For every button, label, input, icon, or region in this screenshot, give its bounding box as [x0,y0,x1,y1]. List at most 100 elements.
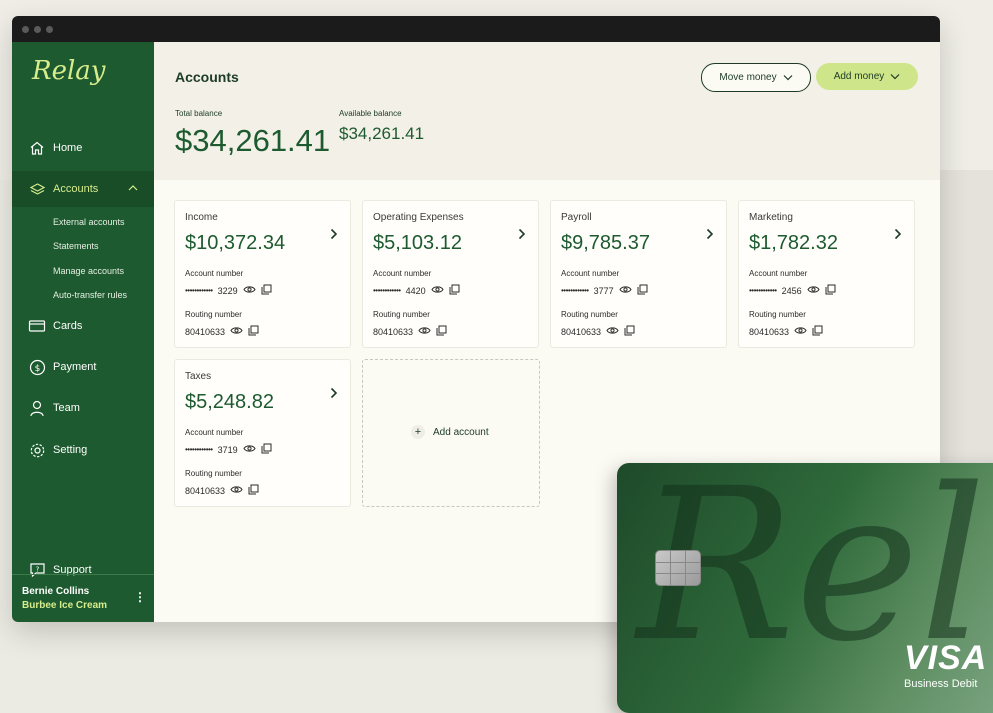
sidebar-item-label: Payment [53,361,97,373]
routing-number-label: Routing number [185,310,242,319]
available-balance-label: Available balance [339,109,402,118]
available-balance-value: $34,261.41 [339,124,425,143]
account-name: Payroll [561,212,592,223]
sidebar-item-home[interactable]: Home [12,130,154,166]
svg-text:$: $ [34,364,40,374]
card-icon [28,317,46,335]
copy-icon[interactable] [637,284,648,297]
user-profile[interactable]: Bernie Collins Burbee Ice Cream [22,586,107,611]
card-type-label: Business Debit [904,678,978,690]
subnav-manage-accounts[interactable]: Manage accounts [53,266,124,276]
window-maximize-dot[interactable] [46,26,53,33]
account-number-label: Account number [185,428,244,437]
sidebar-item-cards[interactable]: Cards [12,308,154,344]
eye-icon[interactable] [230,485,243,496]
debit-card-image: Relay VISA Business Debit [617,463,993,713]
sidebar-item-payment[interactable]: $ Payment [12,349,154,385]
account-balance: $5,103.12 [373,232,462,254]
account-number-last4: 4420 [405,285,426,296]
copy-icon[interactable] [261,443,272,456]
window-minimize-dot[interactable] [34,26,41,33]
chevron-right-icon[interactable] [518,227,526,243]
main-header: Accounts Move money Add money Total bala… [154,42,940,180]
window-close-dot[interactable] [22,26,29,33]
total-balance-label: Total balance [175,109,223,118]
chevron-up-icon[interactable] [128,183,138,195]
sidebar-item-accounts[interactable]: Accounts [12,171,154,207]
routing-number-row: 80410633 [185,484,259,497]
account-card[interactable]: Operating Expenses $5,103.12 Account numbe… [362,200,539,348]
relay-logo[interactable]: Relay [32,56,105,86]
account-number-label: Account number [749,269,808,278]
account-number-row: •••••••••••• 3719 [185,443,272,456]
copy-icon[interactable] [436,325,447,338]
move-money-button[interactable]: Move money [701,63,811,92]
routing-number: 80410633 [185,326,226,337]
copy-icon[interactable] [825,284,836,297]
copy-icon[interactable] [449,284,460,297]
add-account-card[interactable]: + Add account [362,359,540,507]
routing-number-label: Routing number [373,310,430,319]
account-number-row: •••••••••••• 3777 [561,284,648,297]
sidebar-item-label: Setting [53,444,88,456]
subnav-statements[interactable]: Statements [53,241,99,251]
account-balance: $9,785.37 [561,232,650,254]
eye-icon[interactable] [243,285,256,296]
total-balance-value: $34,261.41 [175,123,331,158]
copy-icon[interactable] [624,325,635,338]
account-number-last4: 3777 [593,285,614,296]
move-money-label: Move money [719,72,777,83]
account-name: Taxes [185,371,212,382]
account-number-last4: 2456 [781,285,802,296]
account-card[interactable]: Marketing $1,782.32 Account number ••••••••… [738,200,915,348]
dollar-icon: $ [28,358,46,376]
page-title: Accounts [175,69,239,85]
chevron-right-icon[interactable] [706,227,714,243]
chevron-right-icon[interactable] [330,227,338,243]
account-number-mask: •••••••••••• [185,445,213,454]
chevron-right-icon[interactable] [330,386,338,402]
account-number-row: •••••••••••• 3229 [185,284,272,297]
subnav-auto-transfer-rules[interactable]: Auto-transfer rules [53,290,127,300]
account-number-last4: 3229 [217,285,238,296]
chevron-right-icon[interactable] [894,227,902,243]
add-account-label: Add account [433,426,489,438]
sidebar-divider [12,574,154,575]
routing-number-label: Routing number [749,310,806,319]
chevron-down-icon [890,74,900,80]
sidebar-item-label: Team [53,402,80,414]
chip-icon [655,550,701,586]
account-number-mask: •••••••••••• [561,286,589,295]
eye-icon[interactable] [230,326,243,337]
sidebar-item-team[interactable]: Team [12,390,154,426]
eye-icon[interactable] [243,444,256,455]
add-money-button[interactable]: Add money [816,63,918,90]
account-balance: $5,248.82 [185,391,274,413]
copy-icon[interactable] [261,284,272,297]
eye-icon[interactable] [606,326,619,337]
account-name: Income [185,212,218,223]
chevron-down-icon [783,75,793,81]
copy-icon[interactable] [248,325,259,338]
routing-number: 80410633 [749,326,790,337]
eye-icon[interactable] [431,285,444,296]
subnav-external-accounts[interactable]: External accounts [53,217,125,227]
account-number-row: •••••••••••• 4420 [373,284,460,297]
eye-icon[interactable] [418,326,431,337]
sidebar-item-support[interactable]: ? Support [12,552,154,588]
account-card[interactable]: Taxes $5,248.82 Account number ••••••••••••… [174,359,351,507]
account-number-mask: •••••••••••• [185,286,213,295]
business-name: Burbee Ice Cream [22,600,108,611]
more-vertical-icon[interactable]: ⋮ [134,590,146,604]
account-card[interactable]: Income $10,372.34 Account number ••••••••••… [174,200,351,348]
sidebar-item-setting[interactable]: Setting [12,432,154,468]
copy-icon[interactable] [248,484,259,497]
eye-icon[interactable] [619,285,632,296]
copy-icon[interactable] [812,325,823,338]
svg-text:?: ? [35,566,39,574]
eye-icon[interactable] [794,326,807,337]
account-number-last4: 3719 [217,444,238,455]
add-account-button[interactable]: + Add account [411,425,489,439]
account-card[interactable]: Payroll $9,785.37 Account number ••••••••••… [550,200,727,348]
eye-icon[interactable] [807,285,820,296]
